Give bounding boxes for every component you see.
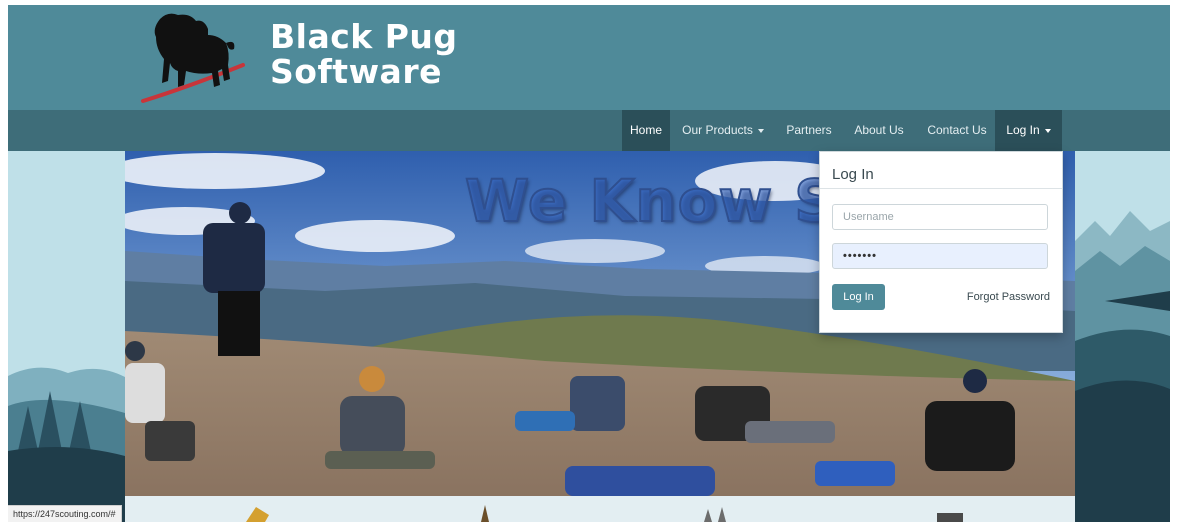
password-input[interactable]: ••••••• (832, 243, 1048, 269)
product-icon-3[interactable] (698, 499, 732, 522)
brand-name[interactable]: Black Pug Software (270, 19, 458, 89)
product-icon-4[interactable] (933, 499, 967, 522)
main-navbar: Home Our Products Partners About Us Cont… (8, 110, 1170, 151)
nav-home[interactable]: Home (622, 110, 670, 151)
hero-title: We Know So (464, 166, 878, 236)
status-bar-url: https://247scouting.com/# (8, 505, 122, 522)
black-pug-logo-icon[interactable] (138, 9, 248, 105)
left-scenery-image (8, 151, 125, 522)
login-dropdown: Log In Username ••••••• Log In Forgot Pa… (819, 151, 1063, 333)
login-submit-button[interactable]: Log In (832, 284, 885, 310)
nav-contact-us[interactable]: Contact Us (918, 110, 996, 151)
caret-down-icon (1044, 128, 1051, 133)
brand-line-2: Software (270, 52, 442, 91)
caret-down-icon (757, 128, 764, 133)
product-icon-1[interactable] (241, 499, 271, 522)
nav-partners[interactable]: Partners (778, 110, 840, 151)
right-scenery-image (1075, 151, 1170, 522)
product-icon-2[interactable] (475, 499, 495, 522)
nav-about-us[interactable]: About Us (846, 110, 912, 151)
brand-line-1: Black Pug (270, 17, 458, 56)
nav-log-in-label: Log In (1006, 123, 1040, 137)
nav-log-in[interactable]: Log In (995, 110, 1062, 151)
username-input[interactable]: Username (832, 204, 1048, 230)
page-frame: Black Pug Software Home Our Products Par… (8, 5, 1170, 522)
header-banner: Black Pug Software (8, 5, 1170, 110)
nav-our-products-label: Our Products (682, 123, 753, 137)
forgot-password-link[interactable]: Forgot Password (967, 284, 1050, 310)
login-title: Log In (832, 166, 874, 183)
login-divider (820, 188, 1062, 189)
nav-our-products[interactable]: Our Products (676, 110, 770, 151)
